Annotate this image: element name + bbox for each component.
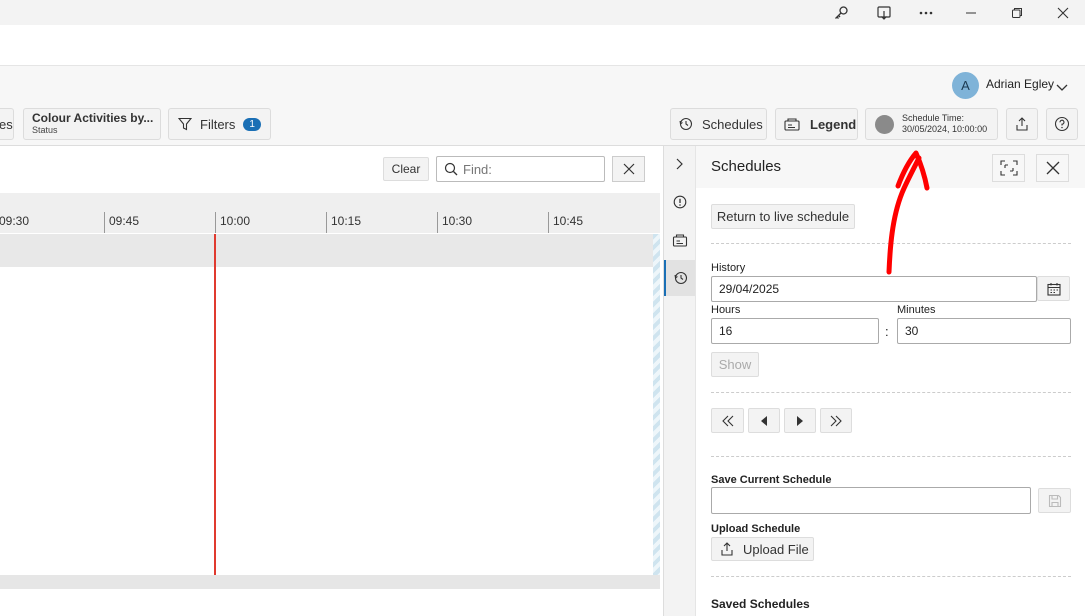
save-schedule-field[interactable] [711, 487, 1031, 514]
export-button[interactable] [1006, 108, 1038, 140]
truncated-button-label: es [0, 116, 13, 132]
colour-activities-label: Colour Activities by... [32, 111, 154, 125]
divider [711, 392, 1071, 393]
search-icon [444, 162, 458, 176]
gantt-scroll-edge [653, 234, 660, 575]
key-icon[interactable] [821, 0, 861, 25]
share-upload-icon [1015, 117, 1029, 131]
hours-field[interactable]: 16 [711, 318, 879, 344]
divider [711, 456, 1071, 457]
filters-button[interactable]: Filters 1 [168, 108, 271, 140]
history-clock-icon[interactable] [664, 260, 695, 296]
save-schedule-label: Save Current Schedule [711, 474, 832, 486]
save-disk-icon [1048, 494, 1062, 508]
alert-icon[interactable] [664, 184, 695, 220]
time-tick: 10:00 [215, 212, 250, 233]
horizontal-scrollbar[interactable] [0, 575, 660, 589]
double-chevron-left-icon [721, 415, 735, 427]
more-icon[interactable] [906, 0, 946, 25]
time-tick: 10:30 [437, 212, 472, 233]
schedules-label: Schedules [702, 116, 763, 132]
annotation-arrow-icon [880, 148, 940, 283]
gantt-grid [0, 267, 653, 575]
calendar-icon [1046, 282, 1061, 296]
time-tick: 09:45 [104, 212, 139, 233]
last-button[interactable] [820, 408, 852, 433]
calendar-button[interactable] [1037, 276, 1070, 301]
app-header-area [0, 25, 1085, 66]
upload-schedule-label: Upload Schedule [711, 523, 801, 535]
avatar[interactable]: A [952, 72, 979, 99]
hours-label: Hours [711, 304, 741, 316]
history-date-field[interactable]: 29/04/2025 [711, 276, 1037, 302]
schedule-time-button[interactable]: Schedule Time: 30/05/2024, 10:00:00 [865, 108, 998, 140]
schedule-time-value: 30/05/2024, 10:00:00 [902, 124, 988, 134]
show-button[interactable]: Show [711, 352, 759, 377]
chevron-right-icon[interactable] [664, 146, 695, 182]
legend-icon[interactable] [664, 222, 695, 258]
user-name[interactable]: Adrian Egley [986, 77, 1054, 91]
schedule-status-dot-icon [875, 114, 894, 134]
divider [711, 576, 1071, 577]
reader-icon[interactable] [864, 0, 904, 25]
save-button[interactable] [1038, 488, 1071, 513]
minimize-icon[interactable] [951, 0, 991, 25]
schedules-button[interactable]: Schedules [670, 108, 767, 140]
time-separator: : [885, 324, 889, 339]
legend-label: Legend [810, 116, 857, 132]
close-find-button[interactable] [612, 156, 645, 182]
upload-file-label: Upload File [743, 541, 809, 557]
gantt-row-band [0, 234, 653, 267]
return-live-schedule-button[interactable]: Return to live schedule [711, 204, 855, 229]
previous-button[interactable] [748, 408, 780, 433]
chevron-down-icon[interactable] [1056, 79, 1068, 97]
user-bar [0, 66, 1085, 104]
next-button[interactable] [784, 408, 816, 433]
find-input[interactable] [463, 161, 601, 178]
history-label: History [711, 262, 746, 274]
legend-button[interactable]: Legend [775, 108, 858, 140]
restore-icon[interactable] [997, 0, 1037, 25]
upload-icon [720, 542, 734, 556]
triangle-right-icon [795, 415, 805, 427]
avatar-initial: A [961, 78, 970, 93]
triangle-left-icon [759, 415, 769, 427]
time-tick: 10:15 [326, 212, 361, 233]
filters-label: Filters [200, 116, 236, 132]
minutes-field[interactable]: 30 [897, 318, 1071, 344]
window-titlebar [0, 0, 1085, 25]
close-icon [623, 163, 635, 175]
upload-file-button[interactable]: Upload File [711, 537, 814, 561]
legend-icon [784, 117, 800, 131]
time-tick: 09:30 [0, 212, 29, 233]
find-field[interactable] [436, 156, 605, 182]
history-clock-icon [679, 117, 693, 131]
minutes-label: Minutes [897, 304, 936, 316]
filters-count-badge: 1 [243, 117, 261, 131]
schedule-time-title: Schedule Time: [902, 113, 965, 123]
colour-activities-button[interactable]: Colour Activities by... Status [23, 108, 161, 140]
current-time-line [214, 234, 216, 575]
help-button[interactable] [1046, 108, 1078, 140]
help-icon [1054, 116, 1070, 132]
expand-panel-button[interactable] [992, 154, 1025, 182]
time-tick: 10:45 [548, 212, 583, 233]
first-button[interactable] [711, 408, 744, 433]
clear-button[interactable]: Clear [383, 157, 429, 181]
panel-title: Schedules [711, 158, 782, 175]
close-icon [1046, 161, 1060, 175]
fullscreen-icon [999, 160, 1018, 176]
saved-schedules-label: Saved Schedules [711, 597, 810, 611]
colour-activities-sub: Status [32, 125, 58, 135]
filter-icon [178, 117, 192, 131]
double-chevron-right-icon [829, 415, 843, 427]
close-icon[interactable] [1043, 0, 1083, 25]
close-panel-button[interactable] [1036, 154, 1069, 182]
truncated-button[interactable]: es [0, 108, 14, 140]
